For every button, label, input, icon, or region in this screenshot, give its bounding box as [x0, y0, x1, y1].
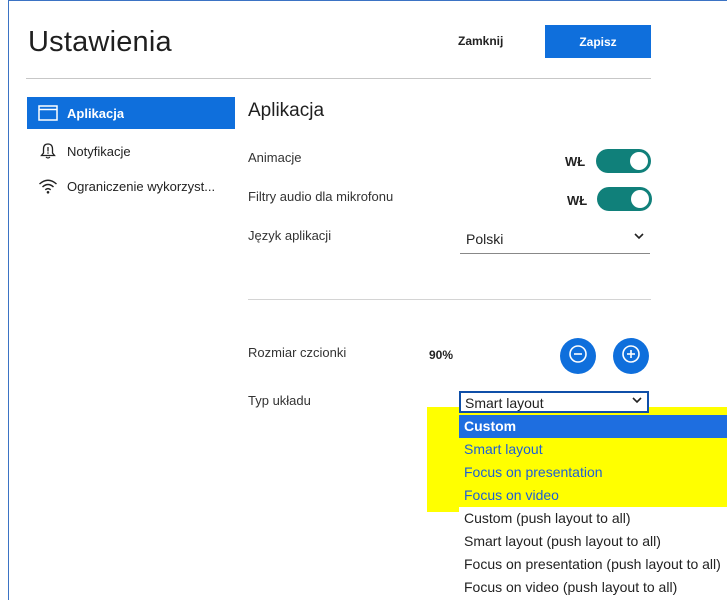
- language-select[interactable]: Polski: [460, 227, 650, 254]
- audio-filters-toggle[interactable]: [597, 187, 652, 211]
- font-size-value: 90%: [429, 348, 454, 362]
- sidebar-item-label: Aplikacja: [67, 105, 125, 121]
- plus-icon: [621, 344, 641, 369]
- chevron-down-icon: [632, 395, 642, 407]
- layout-option-focus-presentation-push[interactable]: Focus on presentation (push layout to al…: [459, 553, 727, 576]
- layout-option-smart-push[interactable]: Smart layout (push layout to all): [459, 530, 727, 553]
- header-divider: [26, 78, 651, 79]
- animations-state: WŁ: [565, 154, 586, 169]
- toggle-knob: [630, 152, 648, 170]
- section-divider: [248, 299, 651, 300]
- language-label: Język aplikacji: [248, 228, 332, 243]
- chevron-down-icon: [634, 231, 644, 243]
- close-button[interactable]: Zamknij: [458, 34, 503, 48]
- window-icon: [37, 105, 59, 121]
- layout-option-custom[interactable]: Custom: [459, 415, 727, 438]
- section-title: Aplikacja: [248, 100, 325, 121]
- sidebar-item-label: Ograniczenie wykorzyst...: [67, 178, 216, 194]
- language-value: Polski: [466, 231, 504, 247]
- layout-dropdown-list: Custom Smart layout Focus on presentatio…: [459, 415, 727, 600]
- sidebar-item-notyfikacje[interactable]: Notyfikacje: [27, 135, 235, 167]
- layout-option-focus-video-push[interactable]: Focus on video (push layout to all): [459, 576, 727, 599]
- wifi-icon: [37, 178, 59, 194]
- sidebar-item-aplikacja[interactable]: Aplikacja: [27, 97, 235, 129]
- minus-icon: [568, 344, 588, 369]
- layout-option-focus-presentation[interactable]: Focus on presentation: [459, 461, 727, 484]
- animations-label: Animacje: [248, 150, 302, 165]
- sidebar-item-label: Notyfikacje: [67, 143, 131, 159]
- layout-option-smart[interactable]: Smart layout: [459, 438, 727, 461]
- toggle-knob: [631, 190, 649, 208]
- layout-value: Smart layout: [465, 395, 544, 411]
- layout-select[interactable]: Smart layout: [459, 391, 649, 413]
- font-increase-button[interactable]: [613, 338, 649, 374]
- page-title: Ustawienia: [28, 26, 172, 58]
- bell-icon: [37, 143, 59, 159]
- font-decrease-button[interactable]: [560, 338, 596, 374]
- audio-filters-label: Filtry audio dla mikrofonu: [248, 189, 394, 204]
- layout-option-custom-push[interactable]: Custom (push layout to all): [459, 507, 727, 530]
- audio-filters-state: WŁ: [567, 193, 588, 208]
- font-size-label: Rozmiar czcionki: [248, 345, 347, 360]
- sidebar-item-ograniczenie[interactable]: Ograniczenie wykorzyst...: [27, 170, 235, 202]
- layout-label: Typ układu: [248, 393, 311, 408]
- save-button[interactable]: Zapisz: [545, 25, 651, 58]
- animations-toggle[interactable]: [596, 149, 651, 173]
- layout-option-focus-video[interactable]: Focus on video: [459, 484, 727, 507]
